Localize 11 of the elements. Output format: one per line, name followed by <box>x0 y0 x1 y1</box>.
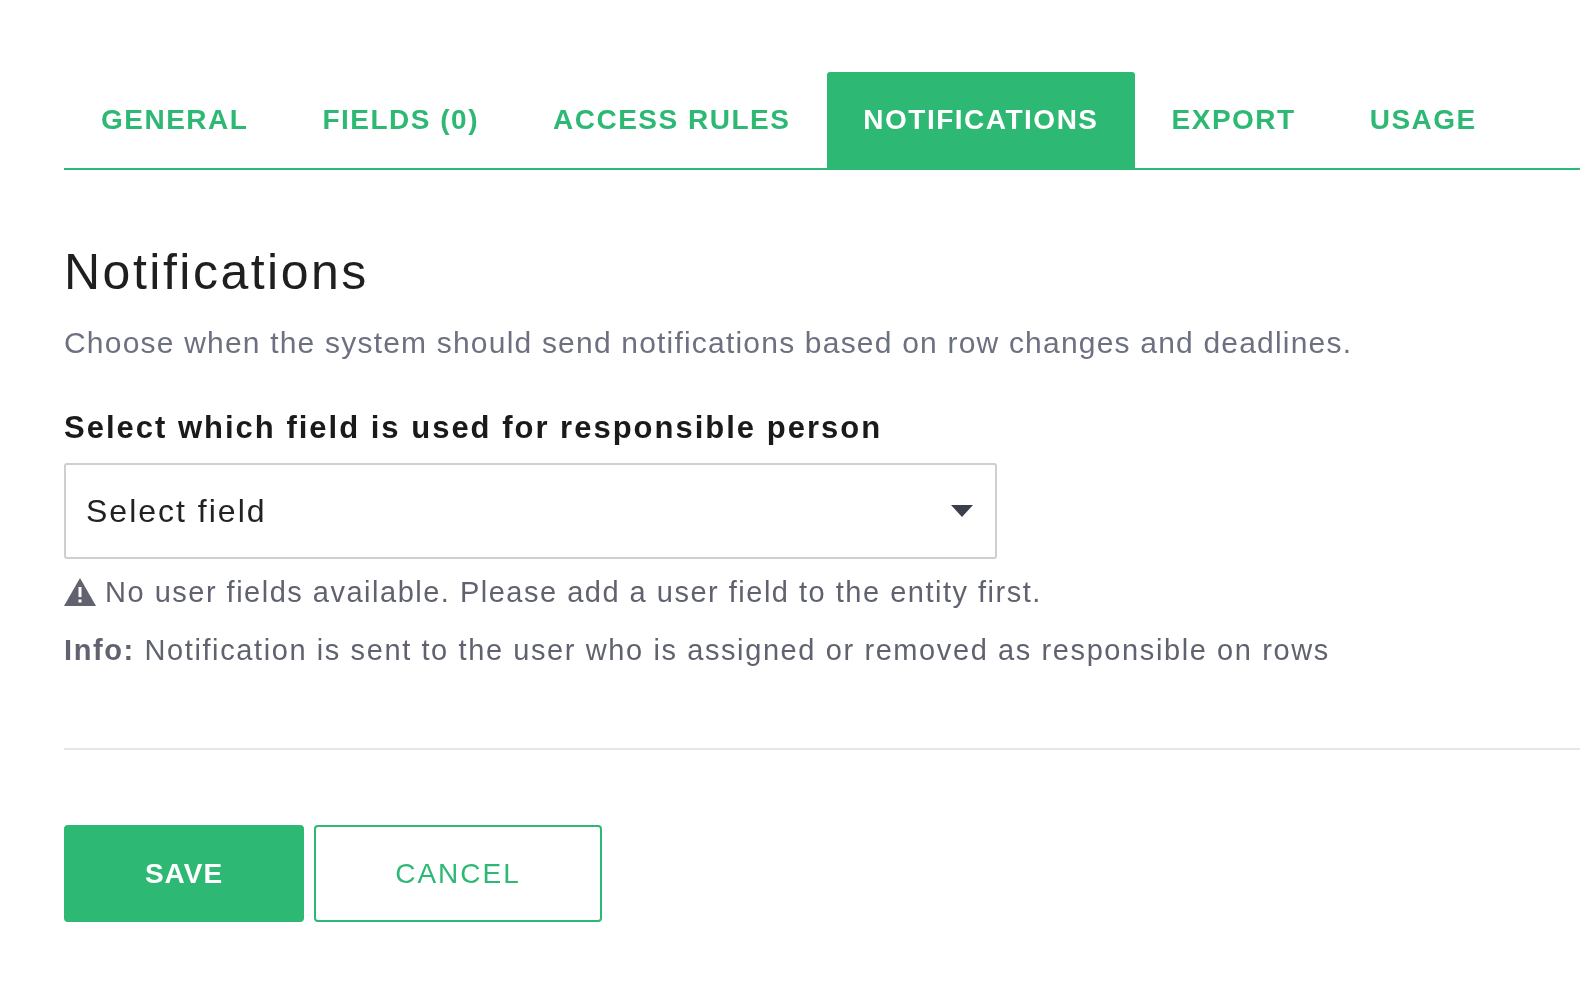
warning-icon <box>64 578 96 606</box>
cancel-button[interactable]: CANCEL <box>314 825 602 922</box>
section-title: Notifications <box>64 243 369 301</box>
section-description: Choose when the system should send notifications based on row changes and deadlines. <box>64 326 1353 360</box>
field-label: Select which field is used for responsible person <box>64 410 883 445</box>
info-text: Info: Notification is sent to the user who is assigned or removed as responsible on rows <box>64 633 1330 667</box>
save-button[interactable]: SAVE <box>64 825 304 922</box>
warning-text: No user fields available. Please add a user field to the entity first. <box>105 575 1042 609</box>
select-field[interactable]: Select field <box>64 463 997 559</box>
tab[interactable]: NOTIFICATIONS <box>827 72 1135 168</box>
caret-icon <box>951 505 973 517</box>
